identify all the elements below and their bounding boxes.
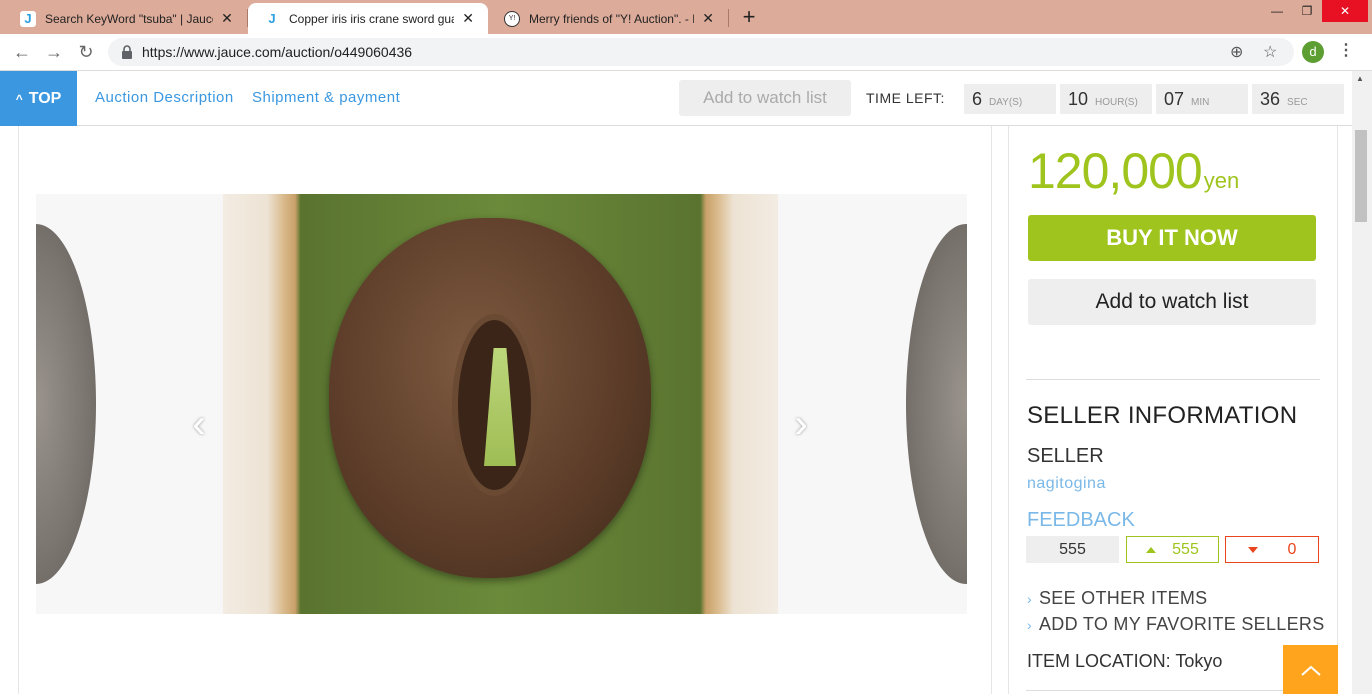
location-label: ITEM LOCATION: [1027, 651, 1171, 671]
seller-information-heading: SELLER INFORMATION [1027, 402, 1298, 429]
countdown-value: 6 [972, 89, 983, 109]
top-label: TOP [28, 89, 62, 107]
gallery-next-arrow-icon[interactable]: › [786, 404, 816, 444]
window-restore-button[interactable]: ❐ [1292, 0, 1322, 22]
profile-avatar[interactable]: d [1302, 41, 1324, 63]
header-watch-list-button[interactable]: Add to watch list [679, 80, 851, 116]
sidebar-divider [1026, 379, 1320, 380]
tab-close-icon[interactable]: ✕ [700, 10, 716, 27]
window-minimize-button[interactable]: — [1262, 0, 1292, 22]
countdown-value: 10 [1068, 89, 1089, 109]
browser-menu-icon[interactable]: ⋮ [1338, 40, 1354, 60]
price-amount: 120,000 [1028, 143, 1203, 199]
triangle-down-icon [1247, 546, 1258, 553]
countdown-seconds: 36 SEC [1252, 84, 1344, 114]
feedback-positive-value: 555 [1172, 540, 1199, 558]
tab-title: Merry friends of "Y! Auction". - Pl [529, 11, 695, 26]
shipment-payment-link[interactable]: Shipment & payment [252, 89, 400, 106]
scroll-to-top-button[interactable] [1283, 645, 1338, 694]
chevron-up-icon [1300, 665, 1321, 676]
jauce-favicon-icon: J [264, 10, 280, 27]
price-currency: yen [1203, 168, 1240, 193]
time-left-label: TIME LEFT: [866, 90, 945, 106]
previous-image-preview[interactable] [36, 224, 96, 584]
seller-name-link[interactable]: nagitogina [1027, 475, 1106, 493]
browser-tab-search[interactable]: J Search KeyWord "tsuba" | Jauce Shoppin… [4, 3, 248, 34]
bookmark-star-icon[interactable]: ☆ [1263, 42, 1277, 62]
see-other-items-link[interactable]: › SEE OTHER ITEMS [1027, 588, 1208, 609]
url-text: https://www.jauce.com/auction/o449060436 [142, 44, 413, 60]
window-close-button[interactable]: ✕ [1322, 0, 1368, 22]
scrollbar-thumb[interactable] [1355, 130, 1367, 222]
new-tab-button[interactable]: + [738, 4, 760, 30]
tab-separator [728, 9, 729, 27]
feedback-positive[interactable]: 555 [1126, 536, 1219, 563]
countdown-hours: 10 HOUR(S) [1060, 84, 1152, 114]
countdown-minutes: 07 MIN [1156, 84, 1248, 114]
add-to-watch-list-button[interactable]: Add to watch list [1028, 279, 1316, 325]
reload-icon[interactable]: ↻ [74, 41, 98, 63]
chevron-up-icon: ^ [15, 91, 23, 106]
feedback-total: 555 [1026, 536, 1119, 563]
feedback-link[interactable]: FEEDBACK [1027, 509, 1135, 532]
tab-title: Search KeyWord "tsuba" | Jauce Shopping … [45, 11, 213, 26]
top-button[interactable]: ^ TOP [0, 71, 77, 126]
gallery-prev-arrow-icon[interactable]: ‹ [184, 404, 214, 444]
buy-it-now-button[interactable]: BUY IT NOW [1028, 215, 1316, 261]
address-bar[interactable]: https://www.jauce.com/auction/o449060436… [108, 38, 1294, 66]
item-location: ITEM LOCATION: Tokyo [1027, 651, 1222, 672]
feedback-negative-value: 0 [1287, 540, 1297, 558]
countdown-unit: DAY(S) [989, 97, 1023, 108]
feedback-negative[interactable]: 0 [1225, 536, 1319, 563]
link-label: ADD TO MY FAVORITE SELLERS [1038, 614, 1325, 634]
scroll-up-arrow-icon[interactable]: ▲ [1356, 74, 1364, 83]
jauce-favicon-icon: J [20, 10, 36, 27]
next-image-preview[interactable] [906, 224, 967, 584]
lock-icon [122, 45, 132, 59]
forward-arrow-icon[interactable]: → [42, 41, 66, 63]
link-label: SEE OTHER ITEMS [1038, 588, 1208, 608]
image-gallery: ‹ › [36, 194, 967, 614]
yahoo-favicon-icon: Y! [504, 10, 520, 27]
sidebar-divider [1026, 690, 1320, 691]
seller-label: SELLER [1027, 445, 1104, 467]
add-favorite-seller-link[interactable]: › ADD TO MY FAVORITE SELLERS [1027, 614, 1325, 635]
triangle-up-icon [1146, 546, 1157, 553]
chevron-right-icon: › [1027, 591, 1032, 607]
countdown-value: 07 [1164, 89, 1185, 109]
tab-close-icon[interactable]: ✕ [460, 10, 476, 27]
browser-tab-item[interactable]: J Copper iris iris crane sword guard ✕ [248, 3, 488, 34]
browser-toolbar: ← → ↻ https://www.jauce.com/auction/o449… [0, 34, 1372, 71]
auction-sticky-header: ^ TOP Auction Description Shipment & pay… [0, 71, 1352, 126]
zoom-icon[interactable]: ⊕ [1230, 42, 1243, 62]
price-display: 120,000 yen [1028, 142, 1239, 200]
tab-title: Copper iris iris crane sword guard [289, 11, 455, 26]
tab-close-icon[interactable]: ✕ [219, 10, 235, 27]
countdown-unit: HOUR(S) [1095, 97, 1138, 108]
countdown-days: 6 DAY(S) [964, 84, 1056, 114]
chevron-right-icon: › [1027, 617, 1032, 633]
feedback-total-value: 555 [1059, 540, 1086, 558]
back-arrow-icon[interactable]: ← [10, 41, 34, 63]
countdown-unit: SEC [1287, 97, 1308, 108]
browser-tab-yahoo[interactable]: Y! Merry friends of "Y! Auction". - Pl ✕ [488, 3, 728, 34]
countdown-unit: MIN [1191, 97, 1210, 108]
location-value: Tokyo [1175, 651, 1223, 671]
browser-tab-bar: J Search KeyWord "tsuba" | Jauce Shoppin… [0, 0, 1372, 34]
countdown-value: 36 [1260, 89, 1281, 109]
auction-description-link[interactable]: Auction Description [95, 89, 234, 106]
